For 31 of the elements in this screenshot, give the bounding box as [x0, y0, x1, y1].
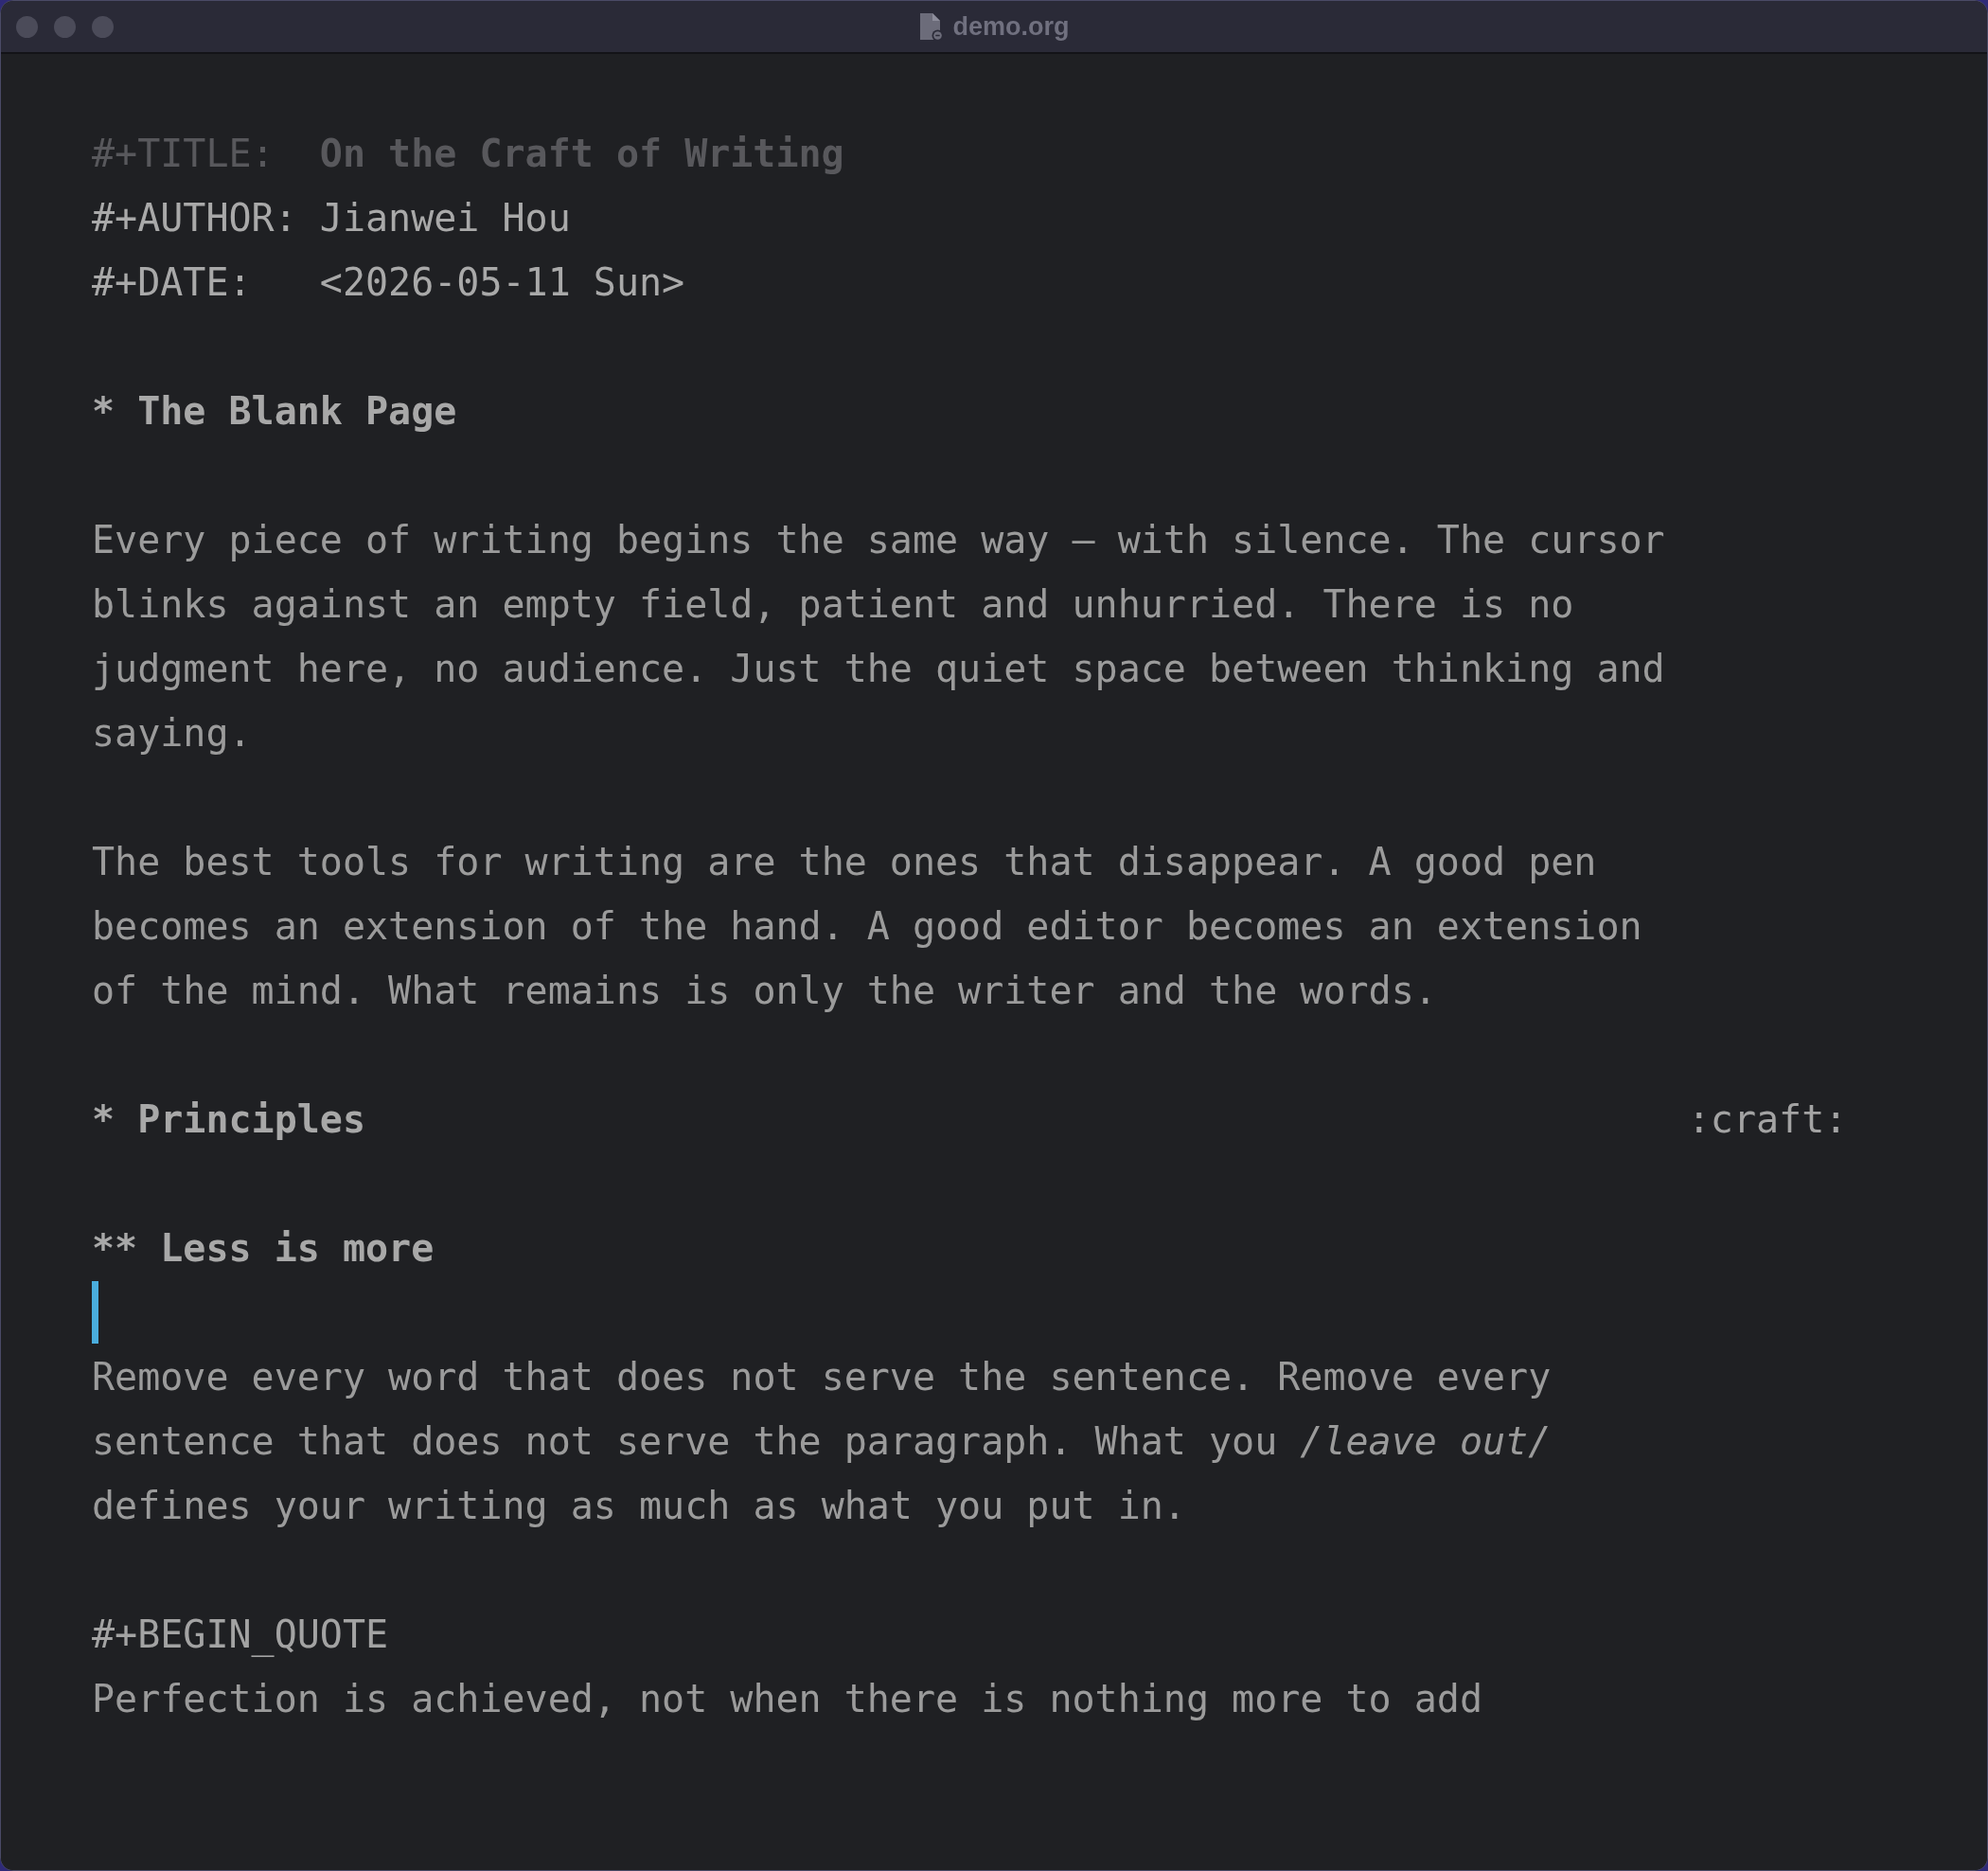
text-line: defines your writing as much as what you put in.: [92, 1483, 1186, 1529]
window-title: demo.org: [952, 11, 1070, 42]
keyword-name: #+TITLE:: [92, 131, 275, 177]
text-cursor: [92, 1281, 98, 1344]
keyword-value: <2026-05-11 Sun>: [319, 259, 685, 306]
document-icon: [918, 11, 945, 42]
text-line: Remove every word that does not serve the sentence. Remove every: [92, 1354, 1552, 1400]
close-button[interactable]: [16, 15, 38, 38]
heading-stars: **: [92, 1225, 138, 1272]
text-line: blinks against an empty field, patient and unhurried. There is no: [92, 581, 1574, 628]
text-line: sentence that does not serve the paragraph. What you /leave out/: [92, 1418, 1552, 1465]
heading-stars: *: [92, 1096, 115, 1143]
text-line: The best tools for writing are the ones that disappear. A good pen: [92, 839, 1597, 885]
text-line: Every piece of writing begins the same way — with silence. The cursor: [92, 517, 1665, 563]
keyword-name: #+DATE:: [92, 259, 252, 306]
keyword-name: #+AUTHOR:: [92, 195, 297, 241]
text-line: of the mind. What remains is only the writer and the words.: [92, 968, 1437, 1014]
block-delimiter: #+BEGIN_QUOTE: [92, 1612, 389, 1659]
text-line: judgment here, no audience. Just the quiet space between thinking and: [92, 646, 1665, 692]
heading-title: The Blank Page: [137, 388, 457, 435]
heading-stars: *: [92, 388, 115, 435]
text-line: saying.: [92, 710, 252, 757]
keyword-value: Jianwei Hou: [319, 195, 571, 241]
heading-title: Less is more: [160, 1225, 435, 1272]
heading-title: Principles: [137, 1096, 365, 1143]
text-line: becomes an extension of the hand. A good editor becomes an extension: [92, 903, 1642, 950]
text-line: Perfection is achieved, not when there is nothing more to add: [92, 1676, 1482, 1722]
maximize-button[interactable]: [92, 15, 114, 38]
heading-tags: :craft:: [1687, 1087, 1848, 1151]
minimize-button[interactable]: [54, 15, 76, 38]
keyword-value: On the Craft of Writing: [319, 131, 844, 177]
